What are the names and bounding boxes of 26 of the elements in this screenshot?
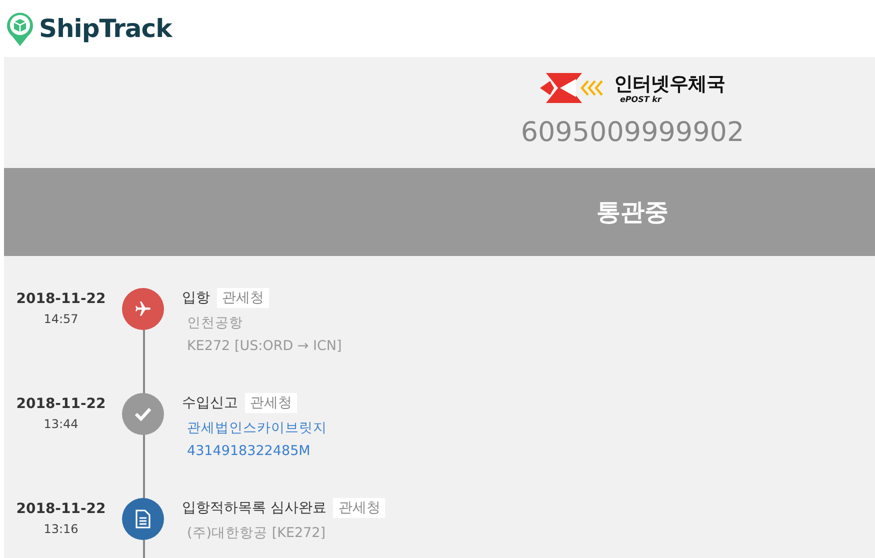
source-tag: 관세청 — [245, 393, 297, 413]
event-date: 2018-11-22 — [16, 291, 106, 307]
event-time: 13:16 — [44, 522, 78, 536]
tracking-number: 6095009999902 — [520, 117, 744, 148]
event-date: 2018-11-22 — [16, 396, 106, 412]
event-title: 입항적하목록 심사완료 — [182, 499, 326, 517]
check-icon — [134, 407, 152, 421]
carrier-subtitle: ePOST kr — [620, 94, 662, 104]
app-name: ShipTrack — [39, 14, 172, 43]
detail-text: (주)대한항공 [KE272] — [186, 524, 327, 542]
detail-link[interactable]: 관세법인스카이브릿지 — [182, 419, 875, 437]
event-time: 14:57 — [44, 312, 78, 326]
event-title: 입항 — [182, 289, 210, 307]
detail-text: 인천공항 — [186, 314, 244, 332]
logo-icon — [5, 10, 35, 46]
event-date: 2018-11-22 — [16, 501, 106, 517]
source-tag: 관세청 — [217, 288, 269, 308]
detail-text: KE272 [US:ORD → ICN] — [186, 338, 343, 354]
source-tag: 관세청 — [333, 498, 386, 518]
document-icon — [135, 509, 151, 529]
event-time: 13:44 — [44, 417, 78, 431]
status-label: 통관중 — [596, 197, 668, 228]
event-title: 수입신고 — [182, 394, 238, 412]
carrier-name: 인터넷우체국 — [614, 72, 725, 94]
detail-link[interactable]: 4314918322485M — [182, 443, 875, 459]
airplane-icon — [134, 300, 152, 318]
